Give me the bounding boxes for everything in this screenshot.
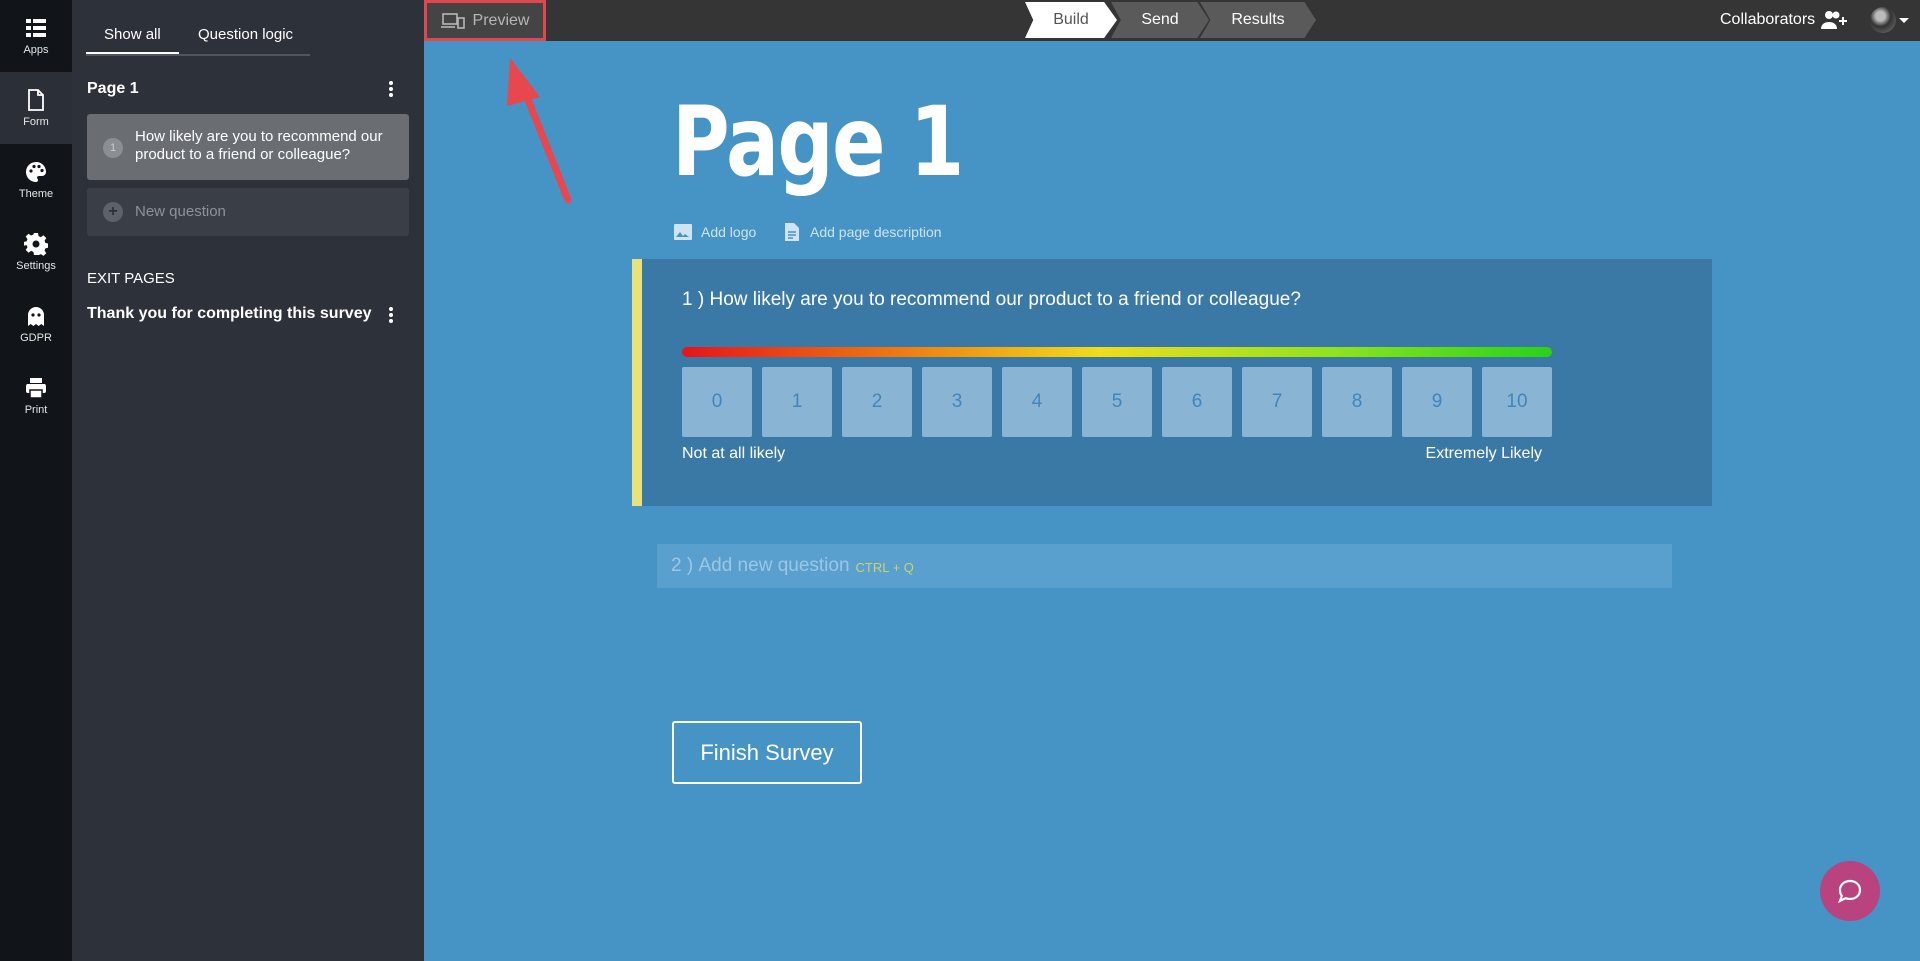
nps-option-3[interactable]: 3: [922, 367, 992, 437]
printer-icon: [26, 378, 46, 399]
rail-label-print: Print: [24, 404, 48, 416]
question-number-badge: 1: [103, 138, 123, 158]
nps-option-10[interactable]: 10: [1482, 367, 1552, 437]
rail-item-theme[interactable]: Theme: [0, 144, 72, 216]
add-description-label: Add page description: [810, 224, 942, 240]
preview-label: Preview: [472, 11, 530, 29]
nps-option-0[interactable]: 0: [682, 367, 752, 437]
rail-label-form: Form: [23, 116, 49, 128]
nps-option-7[interactable]: 7: [1242, 367, 1312, 437]
rail-item-gdpr[interactable]: GDPR: [0, 288, 72, 360]
nps-option-2[interactable]: 2: [842, 367, 912, 437]
sidebar-tabs: Show all Question logic: [86, 18, 310, 56]
question-title[interactable]: 1 ) How likely are you to recommend our …: [682, 289, 1301, 311]
add-user-icon: [1821, 11, 1848, 29]
new-question-label: New question: [135, 203, 226, 220]
chevron-down-icon[interactable]: [1899, 18, 1909, 23]
ghost-icon: [28, 307, 44, 326]
question-text: How likely are you to recommend our prod…: [709, 289, 1301, 310]
keyboard-shortcut: CTRL + Q: [855, 560, 914, 575]
rail-item-print[interactable]: Print: [0, 360, 72, 432]
exit-page-menu-icon[interactable]: [381, 305, 401, 325]
exit-page-item[interactable]: Thank you for completing this survey: [87, 305, 372, 323]
nps-option-6[interactable]: 6: [1162, 367, 1232, 437]
nps-option-8[interactable]: 8: [1322, 367, 1392, 437]
rail-label-gdpr: GDPR: [20, 332, 52, 344]
nps-scale: 0 1 2 3 4 5 6 7 8 9 10: [682, 367, 1552, 437]
app-rail: Apps Form Theme Settings GDPR Print: [0, 0, 72, 961]
finish-survey-button[interactable]: Finish Survey: [672, 721, 862, 784]
sidebar-question-text: How likely are you to recommend our prod…: [135, 128, 383, 163]
preview-button[interactable]: Preview: [424, 0, 546, 41]
add-logo-label: Add logo: [701, 224, 757, 240]
builder-sidebar: Show all Question logic Page 1 1 How lik…: [72, 0, 424, 961]
question-block[interactable]: 1 ) How likely are you to recommend our …: [632, 259, 1712, 506]
nps-option-9[interactable]: 9: [1402, 367, 1472, 437]
nps-option-5[interactable]: 5: [1082, 367, 1152, 437]
avatar[interactable]: [1870, 7, 1896, 33]
rail-item-apps[interactable]: Apps: [0, 0, 72, 72]
page-title[interactable]: Page 1: [672, 86, 964, 198]
nps-option-4[interactable]: 4: [1002, 367, 1072, 437]
document-icon: [785, 223, 799, 241]
sidebar-page-heading[interactable]: Page 1: [87, 80, 139, 98]
add-question-number: 2 ): [671, 555, 694, 576]
plus-icon: +: [103, 202, 123, 222]
collaborators-button[interactable]: Collaborators: [1720, 10, 1848, 30]
exit-pages-heading: EXIT PAGES: [87, 270, 175, 287]
palette-icon: [26, 162, 46, 182]
question-number: 1 ): [682, 289, 705, 310]
step-send[interactable]: Send: [1111, 2, 1209, 38]
chat-bubble-icon: [1838, 879, 1862, 904]
tab-question-logic[interactable]: Question logic: [198, 26, 293, 43]
form-document-icon: [28, 89, 44, 111]
nps-option-1[interactable]: 1: [762, 367, 832, 437]
scale-label-low: Not at all likely: [682, 445, 786, 462]
chat-support-button[interactable]: [1820, 861, 1880, 921]
rail-label-apps: Apps: [23, 44, 49, 56]
rail-label-theme: Theme: [18, 188, 54, 200]
nps-gradient-bar: [682, 347, 1552, 357]
step-results[interactable]: Results: [1200, 2, 1316, 38]
rail-label-settings: Settings: [16, 260, 56, 272]
scale-label-high: Extremely Likely: [1425, 445, 1542, 462]
sidebar-new-question[interactable]: + New question: [87, 188, 409, 236]
tab-show-all[interactable]: Show all: [86, 26, 179, 54]
apps-grid-icon: [26, 19, 46, 37]
collaborators-label: Collaborators: [1720, 11, 1816, 28]
rail-item-form[interactable]: Form: [0, 72, 72, 144]
page-menu-icon[interactable]: [381, 79, 401, 99]
add-new-question[interactable]: 2 ) Add new question CTRL + Q: [657, 544, 1672, 588]
devices-icon: [440, 12, 465, 29]
step-build[interactable]: Build: [1025, 2, 1117, 38]
image-icon: [674, 224, 692, 240]
add-description-button[interactable]: Add page description: [782, 222, 942, 242]
add-logo-button[interactable]: Add logo: [673, 222, 756, 242]
sidebar-question-item[interactable]: 1 How likely are you to recommend our pr…: [87, 114, 409, 180]
add-question-text: Add new question: [698, 555, 850, 576]
gear-icon: [24, 233, 48, 256]
rail-item-settings[interactable]: Settings: [0, 216, 72, 288]
